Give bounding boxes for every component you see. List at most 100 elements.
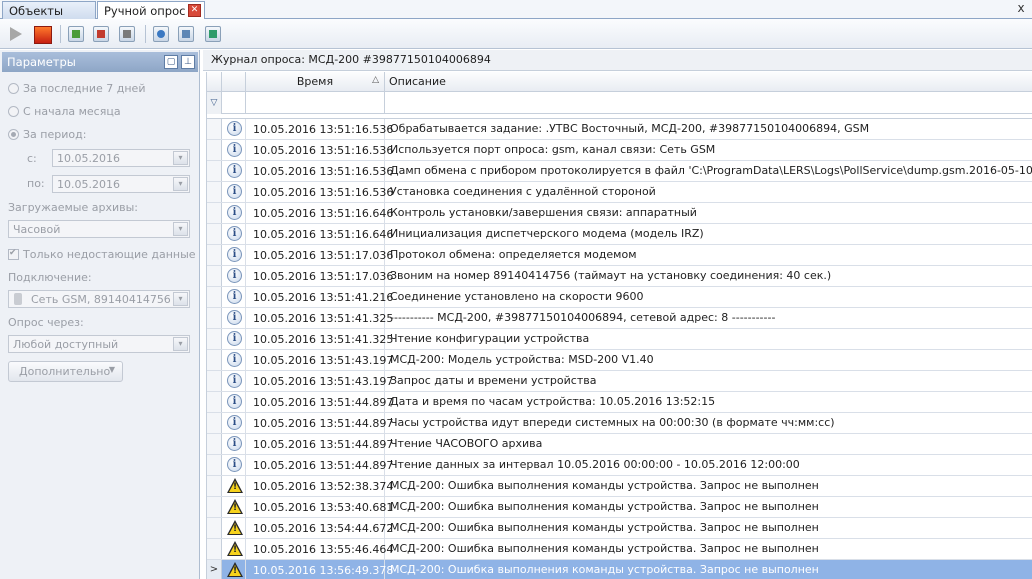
row-indicator[interactable] (207, 119, 222, 139)
add-icon[interactable] (68, 26, 84, 42)
row-time: 10.05.2016 13:56:49.378 (246, 560, 393, 579)
via-select[interactable]: Любой доступный ▾ (8, 335, 190, 353)
journal-grid: Время △ Описание ▽ i 10.05.2016 13:51:16.… (206, 72, 1032, 579)
row-description: Инициализация диспетчерского модема (мод… (390, 227, 704, 240)
table-row[interactable]: i 10.05.2016 13:51:16.536 Используется пор… (207, 140, 1032, 161)
chart-icon[interactable] (205, 26, 221, 42)
chevron-down-icon[interactable]: ▾ (173, 151, 188, 165)
row-icon-cell: i (222, 413, 246, 433)
connection-select[interactable]: Сеть GSM, 89140414756 ▾ (8, 290, 190, 308)
chevron-down-icon[interactable]: ▾ (173, 177, 188, 191)
table-row[interactable]: i 10.05.2016 13:51:17.036 Звоним на номер … (207, 266, 1032, 287)
table-row[interactable]: i 10.05.2016 13:51:41.325 Чтение конфигура… (207, 329, 1032, 350)
pin-icon[interactable]: ⊥ (181, 55, 195, 69)
row-time: 10.05.2016 13:51:41.325 (246, 329, 393, 349)
table-row[interactable]: i 10.05.2016 13:51:41.325 ----------- МСД-… (207, 308, 1032, 329)
table-row[interactable]: i 10.05.2016 13:51:43.197 Запрос даты и вр… (207, 371, 1032, 392)
row-indicator[interactable] (207, 539, 222, 559)
more-button[interactable]: Дополнительно ▼ (8, 361, 123, 382)
filter-cell-icon[interactable] (222, 92, 246, 114)
table-icon[interactable] (178, 26, 194, 42)
tab-manual-poll-label: Ручной опрос (104, 4, 186, 18)
only-missing-checkbox[interactable] (8, 248, 19, 260)
row-indicator[interactable] (207, 140, 222, 160)
row-indicator[interactable] (207, 476, 222, 496)
row-icon-cell: ! (222, 560, 246, 579)
row-indicator[interactable] (207, 455, 222, 475)
warning-icon: ! (227, 541, 243, 556)
info-icon: i (227, 121, 242, 136)
row-indicator[interactable] (207, 392, 222, 412)
info-icon: i (227, 457, 242, 472)
table-row[interactable]: i 10.05.2016 13:51:43.197 МСД-200: Модель … (207, 350, 1032, 371)
table-row[interactable]: ! 10.05.2016 13:52:38.374 МСД-200: Ошибка … (207, 476, 1032, 497)
clear-icon[interactable] (119, 26, 135, 42)
header-time[interactable]: Время △ (246, 72, 385, 92)
radio-period[interactable] (8, 129, 19, 140)
row-indicator[interactable] (207, 245, 222, 265)
table-row[interactable]: i 10.05.2016 13:51:16.646 Контроль установ… (207, 203, 1032, 224)
table-row[interactable]: i 10.05.2016 13:51:44.897 Чтение ЧАСОВОГО … (207, 434, 1032, 455)
filter-cell-time[interactable] (246, 92, 385, 114)
home-icon[interactable] (153, 26, 169, 42)
info-icon: i (227, 310, 242, 325)
table-row[interactable]: i 10.05.2016 13:51:41.216 Соединение устан… (207, 287, 1032, 308)
radio-month-start[interactable] (8, 106, 19, 117)
chevron-down-icon[interactable]: ▾ (173, 292, 188, 306)
table-row[interactable]: i 10.05.2016 13:51:17.036 Протокол обмена:… (207, 245, 1032, 266)
row-indicator[interactable] (207, 203, 222, 223)
row-indicator[interactable] (207, 434, 222, 454)
row-icon-cell: i (222, 371, 246, 391)
table-row[interactable]: ! 10.05.2016 13:55:46.464 МСД-200: Ошибка … (207, 539, 1032, 560)
table-row[interactable]: i 10.05.2016 13:51:44.897 Дата и время по … (207, 392, 1032, 413)
filter-cell-desc[interactable] (385, 92, 1032, 114)
row-indicator[interactable]: > (207, 560, 222, 579)
table-row[interactable]: i 10.05.2016 13:51:16.536 Дамп обмена с пр… (207, 161, 1032, 182)
chevron-down-icon[interactable]: ▾ (173, 222, 188, 236)
delete-icon[interactable] (93, 26, 109, 42)
row-indicator[interactable] (207, 287, 222, 307)
table-row[interactable]: ! 10.05.2016 13:54:44.672 МСД-200: Ошибка … (207, 518, 1032, 539)
info-icon: i (227, 415, 242, 430)
tab-close-icon[interactable]: ✕ (188, 4, 201, 17)
row-indicator[interactable] (207, 350, 222, 370)
play-icon[interactable] (6, 24, 26, 44)
toolbar (0, 19, 1032, 49)
row-indicator[interactable] (207, 308, 222, 328)
row-indicator[interactable] (207, 371, 222, 391)
table-row[interactable]: i 10.05.2016 13:51:16.646 Инициализация ди… (207, 224, 1032, 245)
info-icon: i (227, 247, 242, 262)
row-indicator[interactable] (207, 329, 222, 349)
window-close-icon[interactable]: x (1014, 2, 1028, 16)
row-indicator[interactable] (207, 266, 222, 286)
table-row[interactable]: i 10.05.2016 13:51:16.536 Установка соедин… (207, 182, 1032, 203)
row-indicator[interactable] (207, 182, 222, 202)
archives-select[interactable]: Часовой ▾ (8, 220, 190, 238)
maximize-icon[interactable]: ▢ (164, 55, 178, 69)
tab-objects[interactable]: Объекты учета (2, 1, 96, 32)
table-row[interactable]: ! 10.05.2016 13:53:40.681 МСД-200: Ошибка … (207, 497, 1032, 518)
table-row[interactable]: i 10.05.2016 13:51:44.897 Часы устройства … (207, 413, 1032, 434)
tab-manual-poll[interactable]: Ручной опрос ✕ (97, 1, 205, 20)
row-indicator[interactable] (207, 224, 222, 244)
radio-last7[interactable] (8, 83, 19, 94)
row-indicator[interactable] (207, 518, 222, 538)
date-to-field[interactable]: 10.05.2016 ▾ (52, 175, 190, 193)
header-desc[interactable]: Описание (385, 72, 1032, 92)
filter-icon[interactable]: ▽ (207, 92, 222, 114)
row-indicator[interactable] (207, 413, 222, 433)
row-indicator[interactable] (207, 161, 222, 181)
row-time: 10.05.2016 13:51:16.536 (246, 182, 393, 202)
stop-icon[interactable] (32, 24, 52, 44)
date-from-label: с: (27, 152, 37, 165)
chevron-down-icon[interactable]: ▾ (173, 337, 188, 351)
table-row[interactable]: >! 10.05.2016 13:56:49.378 МСД-200: Ошибка… (207, 560, 1032, 579)
table-row[interactable]: i 10.05.2016 13:51:44.897 Чтение данных за… (207, 455, 1032, 476)
date-from-field[interactable]: 10.05.2016 ▾ (52, 149, 190, 167)
row-time: 10.05.2016 13:53:40.681 (246, 497, 393, 517)
row-indicator[interactable] (207, 497, 222, 517)
header-icon-col[interactable] (222, 72, 246, 92)
table-row[interactable]: i 10.05.2016 13:51:16.536 Обрабатывается з… (207, 119, 1032, 140)
row-time: 10.05.2016 13:51:44.897 (246, 413, 393, 433)
grid-header: Время △ Описание (207, 72, 1032, 92)
